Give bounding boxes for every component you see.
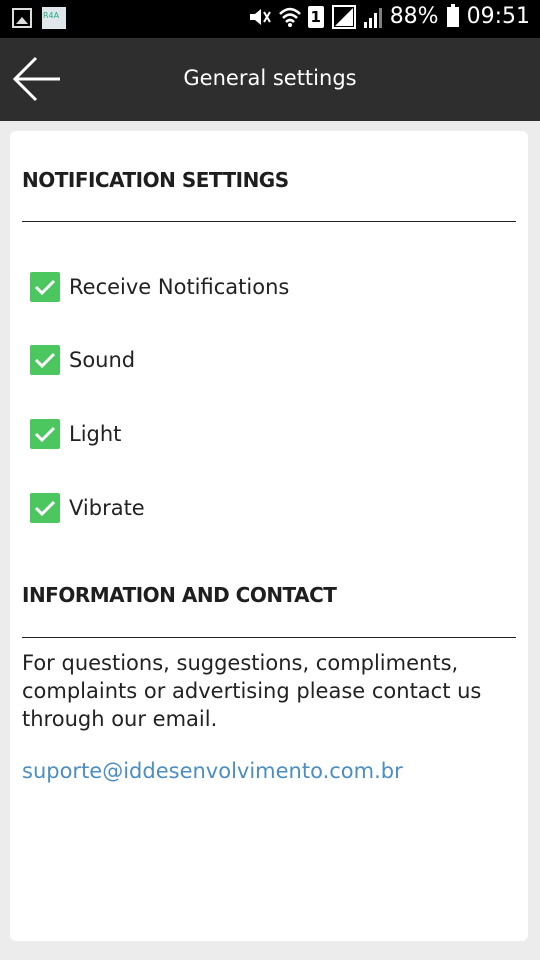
checkbox-label: Receive Notifications <box>69 275 290 299</box>
status-bar: R4A 1 88% 09:51 <box>0 0 540 38</box>
settings-card: NOTIFICATION SETTINGS Receive Notificati… <box>10 131 528 941</box>
divider <box>22 637 516 638</box>
checkbox-label: Vibrate <box>69 496 145 520</box>
divider <box>22 221 516 222</box>
status-right: 1 88% 09:51 <box>248 3 530 29</box>
app-bar: General settings <box>0 38 540 121</box>
battery-icon <box>446 3 459 27</box>
notification-section-title: NOTIFICATION SETTINGS <box>22 168 289 192</box>
checkbox-checked[interactable] <box>30 345 60 375</box>
signal-bars-icon <box>363 6 382 28</box>
checkmark-icon <box>34 352 56 369</box>
status-left: R4A <box>12 7 66 29</box>
app-notification-icon: R4A <box>42 7 66 29</box>
sim-indicator: 1 <box>307 5 324 28</box>
checkmark-icon <box>34 500 56 517</box>
wifi-icon <box>278 6 301 28</box>
image-notification-icon <box>12 8 32 28</box>
info-section-title: INFORMATION AND CONTACT <box>22 583 337 607</box>
mute-icon <box>248 6 271 28</box>
page-title: General settings <box>183 66 357 90</box>
signal-box-icon <box>331 4 356 29</box>
clock: 09:51 <box>466 4 530 29</box>
vibrate-checkbox-row[interactable]: Vibrate <box>30 493 145 523</box>
light-checkbox-row[interactable]: Light <box>30 419 121 449</box>
support-email-link[interactable]: suporte@iddesenvolvimento.com.br <box>22 759 403 783</box>
checkmark-icon <box>34 279 56 296</box>
app-notification-text: R4A <box>43 11 60 20</box>
checkmark-icon <box>34 426 56 443</box>
battery-percent: 88% <box>389 4 439 29</box>
sound-checkbox-row[interactable]: Sound <box>30 345 135 375</box>
checkbox-checked[interactable] <box>30 419 60 449</box>
checkbox-label: Sound <box>69 348 136 372</box>
checkbox-checked[interactable] <box>30 272 60 302</box>
checkbox-label: Light <box>69 422 122 446</box>
contact-info-text: For questions, suggestions, compliments,… <box>22 651 482 731</box>
receive-notifications-checkbox-row[interactable]: Receive Notifications <box>30 272 289 302</box>
checkbox-checked[interactable] <box>30 493 60 523</box>
